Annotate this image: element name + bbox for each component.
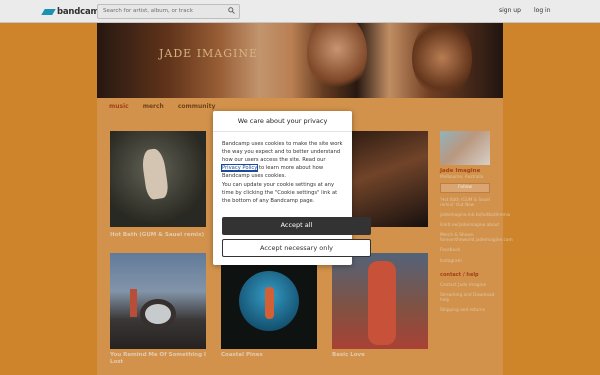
accept-necessary-button[interactable]: Accept necessary only — [222, 239, 371, 257]
privacy-text: Bandcamp uses cookies to make the site w… — [222, 141, 343, 163]
cookie-settings-paragraph: You can update your cookie settings at a… — [222, 182, 338, 204]
privacy-paragraph: Bandcamp uses cookies to make the site w… — [220, 140, 345, 180]
privacy-policy-link[interactable]: Privacy Policy — [220, 164, 259, 172]
privacy-modal: We care about your privacy Bandcamp uses… — [213, 111, 371, 265]
modal-title: We care about your privacy — [213, 111, 352, 132]
accept-all-button[interactable]: Accept all — [222, 217, 371, 235]
